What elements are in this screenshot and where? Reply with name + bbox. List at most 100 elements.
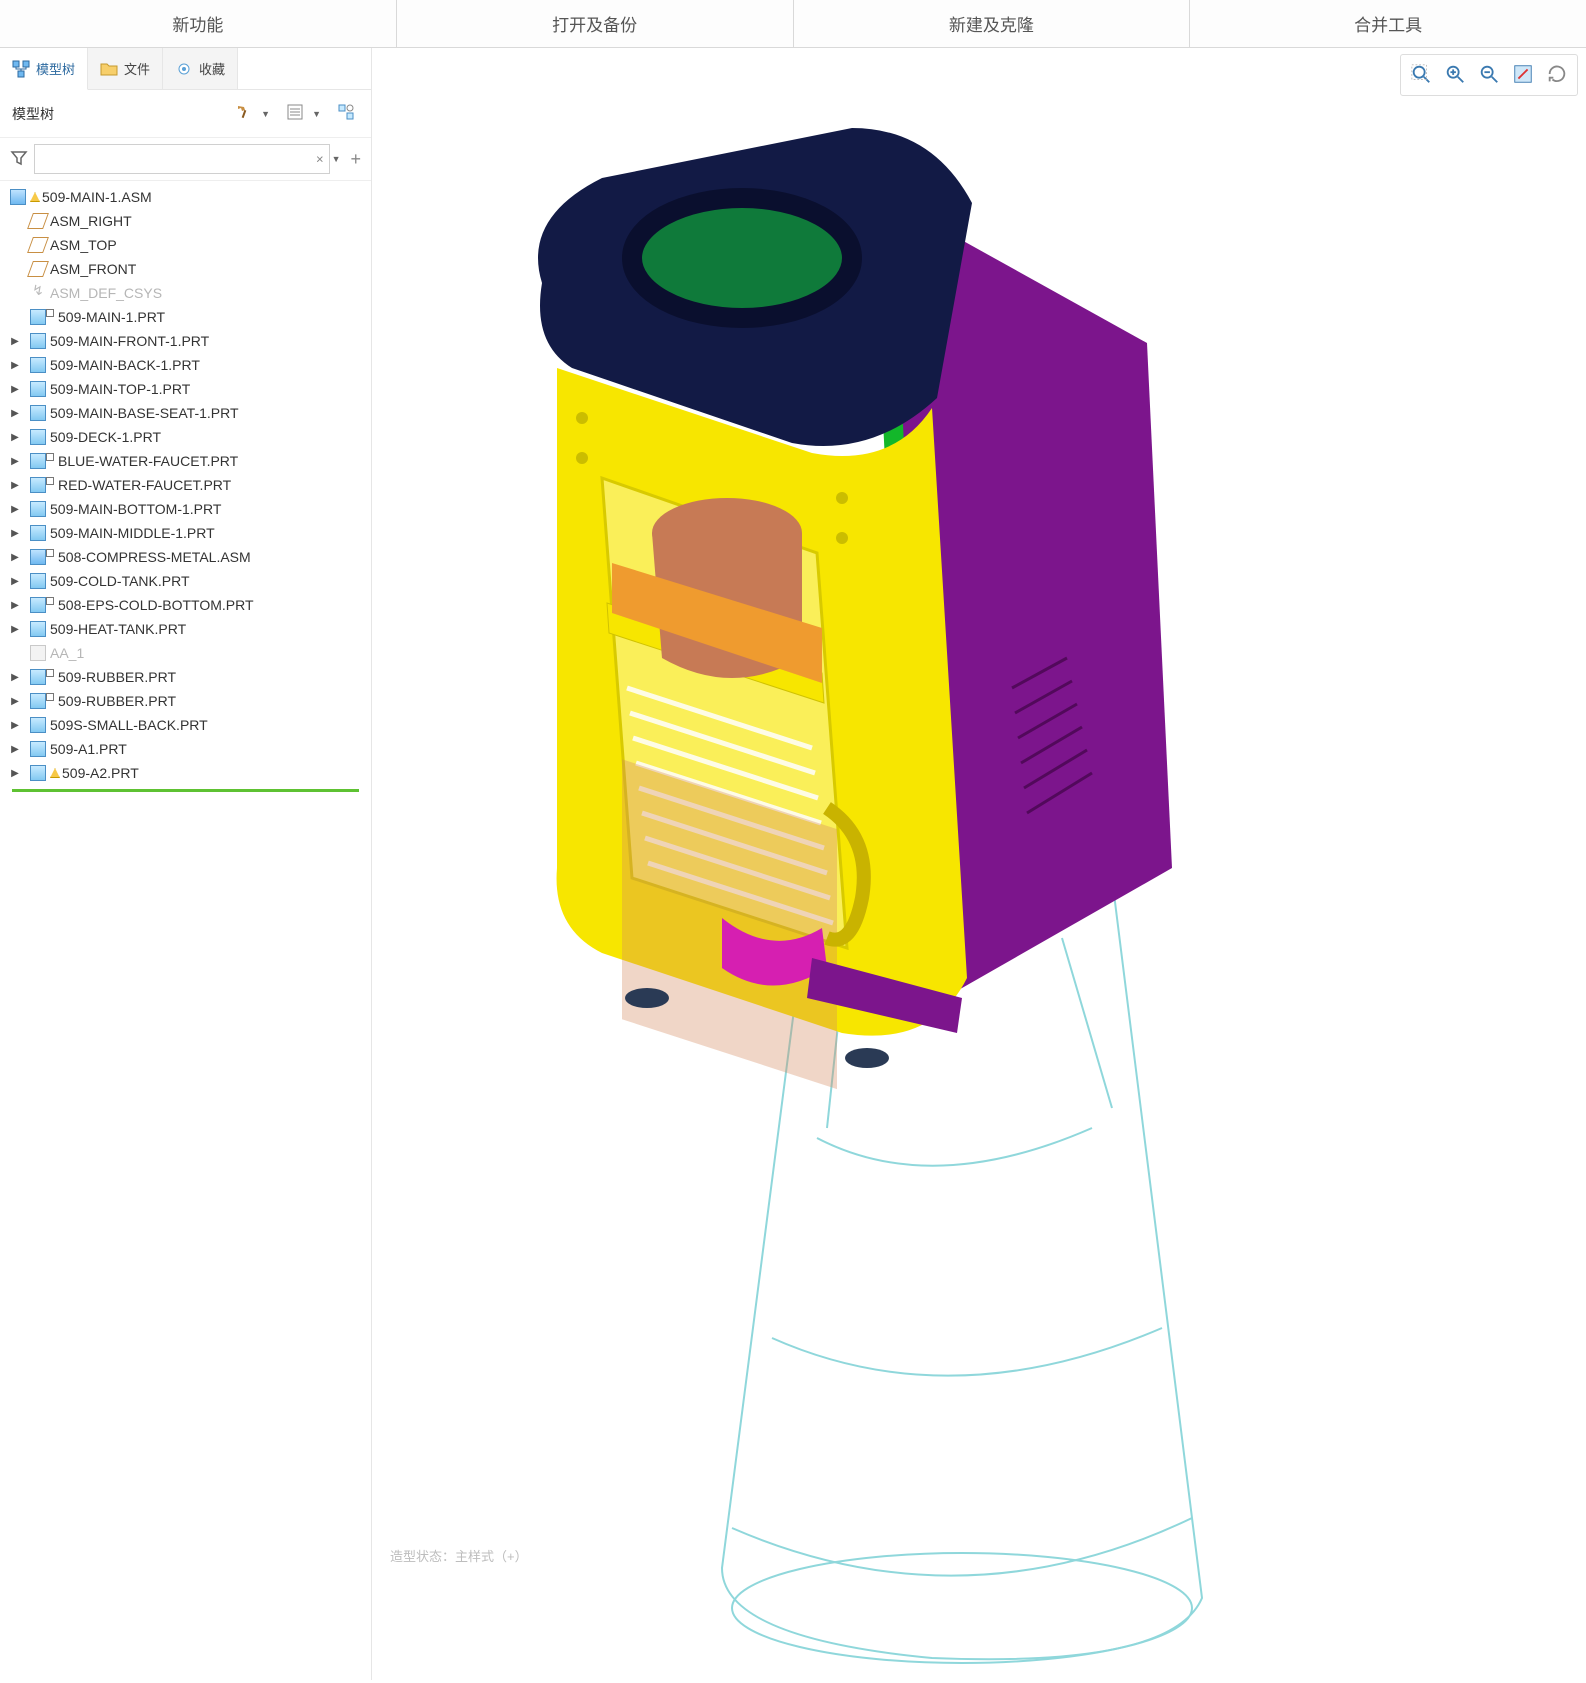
filter-input[interactable] xyxy=(34,144,330,174)
part-icon xyxy=(30,669,46,685)
expand-toggle[interactable]: ▶ xyxy=(8,624,22,635)
tree-node-label: ASM_RIGHT xyxy=(50,213,132,229)
ribbon-btn-new-clone[interactable]: 新建及克隆 xyxy=(794,0,1191,47)
tool-hammer-button[interactable] xyxy=(229,99,259,129)
expand-toggle[interactable]: ▶ xyxy=(8,336,22,347)
tab-label: 模型树 xyxy=(36,59,75,78)
tree-icon xyxy=(12,60,30,78)
list-icon xyxy=(286,103,304,124)
tree-node[interactable]: ▶508-EPS-COLD-BOTTOM.PRT xyxy=(0,593,371,617)
tree-node[interactable]: ▶508-COMPRESS-METAL.ASM xyxy=(0,545,371,569)
tree-node[interactable]: ▶509-A1.PRT xyxy=(0,737,371,761)
tab-files[interactable]: 文件 xyxy=(88,48,163,89)
tree-node[interactable]: ▶509-DECK-1.PRT xyxy=(0,425,371,449)
tree-node[interactable]: ▶509S-SMALL-BACK.PRT xyxy=(0,713,371,737)
expand-toggle[interactable]: ▶ xyxy=(8,456,22,467)
chevron-down-icon[interactable]: ▼ xyxy=(332,154,341,164)
tree-node-label: RED-WATER-FAUCET.PRT xyxy=(58,477,231,493)
part-icon xyxy=(30,429,46,445)
tree-node[interactable]: ▶509-COLD-TANK.PRT xyxy=(0,569,371,593)
expand-toggle[interactable]: ▶ xyxy=(8,696,22,707)
chevron-down-icon[interactable]: ▼ xyxy=(312,109,321,119)
ribbon-btn-merge-tool[interactable]: 合并工具 xyxy=(1190,0,1586,47)
tree-node[interactable]: ▶509-RUBBER.PRT xyxy=(0,689,371,713)
tree-node[interactable]: ASM_TOP xyxy=(0,233,371,257)
graphics-canvas[interactable]: 造型状态：主样式（+） xyxy=(372,48,1586,1680)
part-icon xyxy=(30,357,46,373)
tree-node[interactable]: ▶BLUE-WATER-FAUCET.PRT xyxy=(0,449,371,473)
tree-node[interactable]: ▶509-MAIN-TOP-1.PRT xyxy=(0,377,371,401)
tab-favorites[interactable]: 收藏 xyxy=(163,48,238,89)
rotate-icon xyxy=(1546,63,1568,88)
ribbon-btn-new-features[interactable]: 新功能 xyxy=(0,0,397,47)
boxes-icon xyxy=(337,103,355,124)
zoom-in-button[interactable] xyxy=(1439,59,1471,91)
expand-toggle[interactable]: ▶ xyxy=(8,432,22,443)
datum-plane-icon xyxy=(27,237,49,253)
tree-node[interactable]: ASM_RIGHT xyxy=(0,209,371,233)
zoom-fit-icon xyxy=(1410,63,1432,88)
tree-node[interactable]: ▶509-MAIN-BOTTOM-1.PRT xyxy=(0,497,371,521)
expand-toggle[interactable]: ▶ xyxy=(8,576,22,587)
tree-node[interactable]: ▶509-MAIN-FRONT-1.PRT xyxy=(0,329,371,353)
expand-toggle[interactable]: ▶ xyxy=(8,768,22,779)
pan-button[interactable] xyxy=(1507,59,1539,91)
tree-node[interactable]: ▶ RED-WATER-FAUCET.PRT xyxy=(0,473,371,497)
expand-toggle[interactable]: ▶ xyxy=(8,744,22,755)
tree-node-label: 509-HEAT-TANK.PRT xyxy=(50,621,186,637)
expand-toggle[interactable]: ▶ xyxy=(8,480,22,491)
tree-root-node[interactable]: 509-MAIN-1.ASM xyxy=(0,185,371,209)
tab-label: 文件 xyxy=(124,59,150,78)
tree-node[interactable]: ASM_FRONT xyxy=(0,257,371,281)
tree-node-label: ASM_TOP xyxy=(50,237,117,253)
tree-node[interactable]: ▶ 509-HEAT-TANK.PRT xyxy=(0,617,371,641)
add-filter-button[interactable]: + xyxy=(350,149,361,170)
rubber-foot xyxy=(845,1048,889,1068)
ribbon-btn-open-backup[interactable]: 打开及备份 xyxy=(397,0,794,47)
tool-list-button[interactable] xyxy=(280,99,310,129)
expand-toggle[interactable]: ▶ xyxy=(8,384,22,395)
rotate-button[interactable] xyxy=(1541,59,1573,91)
part-icon xyxy=(30,381,46,397)
part-icon xyxy=(30,741,46,757)
part-icon xyxy=(30,717,46,733)
expand-toggle[interactable]: ▶ xyxy=(8,408,22,419)
clear-filter-button[interactable]: × xyxy=(316,152,324,167)
chevron-down-icon[interactable]: ▼ xyxy=(261,109,270,119)
expand-toggle[interactable]: ▶ xyxy=(8,360,22,371)
datum-plane-icon xyxy=(27,213,49,229)
tree-node[interactable]: AA_1 xyxy=(0,641,371,665)
zoom-fit-button[interactable] xyxy=(1405,59,1437,91)
tree-node-label: 509-MAIN-1.PRT xyxy=(58,309,165,325)
part-icon xyxy=(30,309,46,325)
overlay-marker-icon xyxy=(46,597,54,605)
expand-toggle[interactable]: ▶ xyxy=(8,552,22,563)
part-icon xyxy=(30,477,46,493)
tree-node[interactable]: ▶509-MAIN-BACK-1.PRT xyxy=(0,353,371,377)
expand-toggle[interactable]: ▶ xyxy=(8,672,22,683)
tree-node[interactable]: ▶ 509-A2.PRT xyxy=(0,761,371,785)
zoom-out-button[interactable] xyxy=(1473,59,1505,91)
expand-toggle[interactable]: ▶ xyxy=(8,600,22,611)
tree-node[interactable]: ▶509-MAIN-BASE-SEAT-1.PRT xyxy=(0,401,371,425)
expand-toggle[interactable]: ▶ xyxy=(8,504,22,515)
tree-node[interactable]: ASM_DEF_CSYS xyxy=(0,281,371,305)
tab-model-tree[interactable]: 模型树 xyxy=(0,48,88,90)
hammer-icon xyxy=(235,103,253,124)
part-icon xyxy=(30,573,46,589)
filter-icon[interactable] xyxy=(10,149,28,170)
tree-node-label: 509-MAIN-MIDDLE-1.PRT xyxy=(50,525,215,541)
tree-node[interactable]: ▶ 509-MAIN-MIDDLE-1.PRT xyxy=(0,521,371,545)
part-icon xyxy=(30,621,46,637)
tree-node[interactable]: ▶ 509-RUBBER.PRT xyxy=(0,665,371,689)
tree-node[interactable]: 509-MAIN-1.PRT xyxy=(0,305,371,329)
expand-toggle[interactable]: ▶ xyxy=(8,720,22,731)
tree-node-label: 509-RUBBER.PRT xyxy=(58,669,176,685)
tree-node-label: 509-A2.PRT xyxy=(62,765,139,781)
tool-settings-button[interactable] xyxy=(331,99,361,129)
expand-toggle[interactable]: ▶ xyxy=(8,528,22,539)
warning-badge-icon xyxy=(30,192,40,202)
model-tree[interactable]: 509-MAIN-1.ASMASM_RIGHTASM_TOPASM_FRONTA… xyxy=(0,181,371,1680)
part-icon xyxy=(30,525,46,541)
overlay-marker-icon xyxy=(46,309,54,317)
